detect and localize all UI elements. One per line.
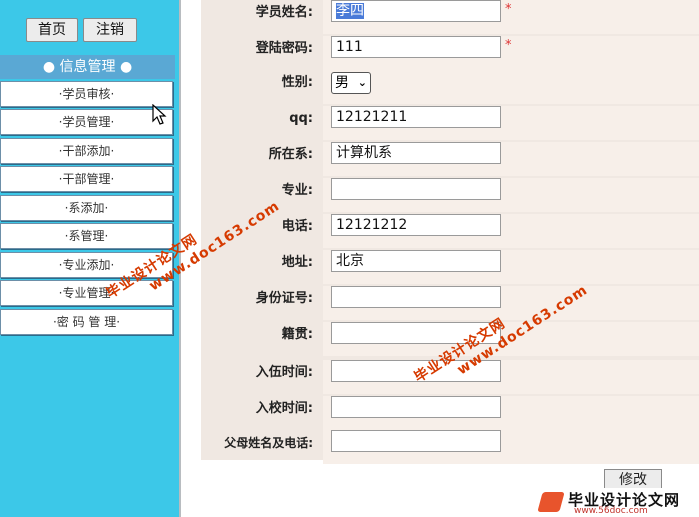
- field-label: 身份证号:: [255, 291, 313, 306]
- form-row-phone: 电话: 12121212: [201, 214, 699, 250]
- menu-item-cadre-manage[interactable]: ·干部管理·: [0, 166, 173, 192]
- field-label: 入伍时间:: [255, 365, 313, 380]
- student-edit-form: 学员姓名: 李四 * 登陆密码: 111 * 性别: 男 ⌄ qq: 12121…: [201, 0, 699, 464]
- field-label: 所在系:: [268, 147, 313, 162]
- logo-icon: [537, 492, 565, 512]
- major-input[interactable]: [331, 178, 501, 200]
- menu-item-dept-add[interactable]: ·系添加·: [0, 195, 173, 221]
- department-input[interactable]: 计算机系: [331, 142, 501, 164]
- form-row-qq: qq: 12121211: [201, 106, 699, 142]
- field-label: 学员姓名:: [255, 5, 313, 20]
- form-row-enroll-date: 入校时间:: [201, 396, 699, 432]
- form-row-department: 所在系: 计算机系: [201, 142, 699, 178]
- menu-item-dept-manage[interactable]: ·系管理·: [0, 223, 173, 249]
- form-row-id-number: 身份证号:: [201, 286, 699, 322]
- menu-item-student-manage[interactable]: ·学员管理·: [0, 109, 173, 135]
- field-label: 父母姓名及电话:: [224, 436, 313, 450]
- mouse-cursor-icon: [152, 104, 167, 125]
- form-row-parents: 父母姓名及电话:: [201, 430, 699, 466]
- menu-section-title: ● 信息管理 ●: [0, 55, 175, 79]
- parents-contact-input[interactable]: [331, 430, 501, 452]
- qq-input[interactable]: 12121211: [331, 106, 501, 128]
- student-name-input[interactable]: 李四: [331, 0, 501, 22]
- required-mark: *: [505, 2, 512, 17]
- field-label: 籍贯:: [281, 327, 313, 342]
- menu-item-password-manage[interactable]: ·密 码 管 理·: [0, 309, 173, 335]
- field-label: 入校时间:: [255, 401, 313, 416]
- field-label: 地址:: [281, 255, 313, 270]
- gender-select[interactable]: 男 ⌄: [331, 72, 371, 94]
- menu-item-cadre-add[interactable]: ·干部添加·: [0, 138, 173, 164]
- menu-item-student-review[interactable]: ·学员审核·: [0, 81, 173, 107]
- required-mark: *: [505, 38, 512, 53]
- enroll-date-input[interactable]: [331, 396, 501, 418]
- site-logo: 毕业设计论文网 www.56doc.com: [537, 488, 699, 517]
- id-number-input[interactable]: [331, 286, 501, 308]
- field-label: 性别:: [281, 75, 313, 90]
- home-button[interactable]: 首页: [26, 18, 78, 42]
- field-label: 登陆密码:: [255, 41, 313, 56]
- form-row-gender: 性别: 男 ⌄: [201, 70, 699, 106]
- field-label: qq:: [289, 111, 313, 126]
- password-input[interactable]: 111: [331, 36, 501, 58]
- form-row-name: 学员姓名: 李四 *: [201, 0, 699, 36]
- form-row-address: 地址: 北京: [201, 250, 699, 286]
- form-row-password: 登陆密码: 111 *: [201, 36, 699, 72]
- address-input[interactable]: 北京: [331, 250, 501, 272]
- logout-button[interactable]: 注销: [83, 18, 137, 42]
- chevron-down-icon: ⌄: [357, 76, 367, 89]
- main-content: 学员姓名: 李四 * 登陆密码: 111 * 性别: 男 ⌄ qq: 12121…: [181, 0, 699, 517]
- phone-input[interactable]: 12121212: [331, 214, 501, 236]
